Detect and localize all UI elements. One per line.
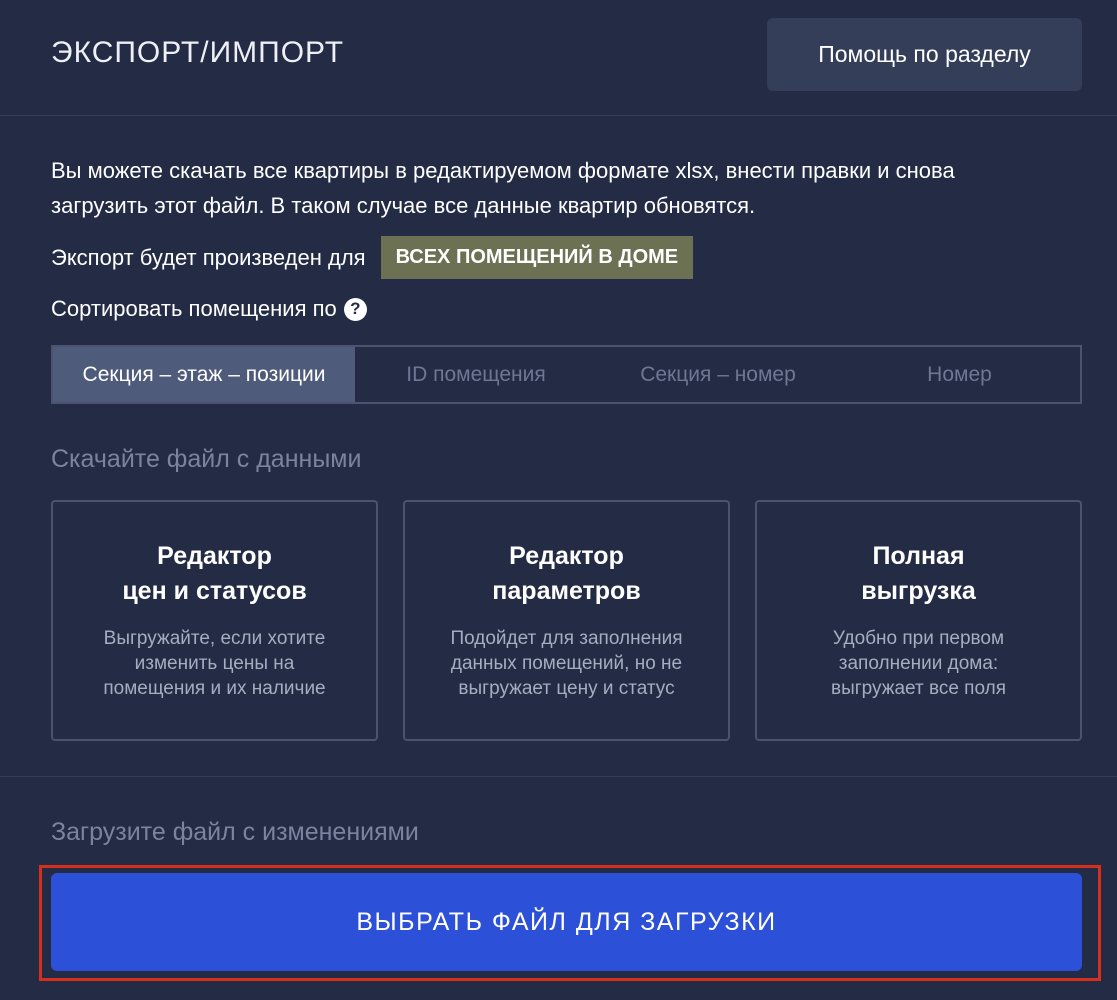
card-title-line: Полная bbox=[872, 542, 965, 570]
section-divider bbox=[0, 776, 1117, 777]
export-scope-badge[interactable]: ВСЕХ ПОМЕЩЕНИЙ В ДОМЕ bbox=[380, 236, 694, 279]
card-description-line: заполнении дома: bbox=[838, 653, 999, 674]
sort-option-room-id[interactable]: ID помещения bbox=[355, 347, 597, 402]
card-title-line: выгрузка bbox=[861, 577, 976, 605]
card-description-line: выгружает цену и статус bbox=[458, 678, 675, 699]
description-line-2: загрузить этот файл. В таком случае все … bbox=[51, 193, 756, 218]
help-button[interactable]: Помощь по разделу bbox=[767, 18, 1082, 91]
sort-label: Сортировать помещения по bbox=[51, 296, 337, 321]
question-circle-icon[interactable]: ? bbox=[343, 297, 367, 321]
description-line-1: Вы можете скачать все квартиры в редакти… bbox=[51, 158, 955, 183]
card-description-line: выгружает все поля bbox=[831, 678, 1006, 699]
download-cards: Редактор цен и статусов Выгружайте, если… bbox=[51, 500, 1082, 741]
card-full-export[interactable]: Полная выгрузка Удобно при первом заполн… bbox=[755, 500, 1082, 741]
card-price-status-editor[interactable]: Редактор цен и статусов Выгружайте, если… bbox=[51, 500, 378, 741]
page-title: ЭКСПОРТ/ИМПОРТ bbox=[51, 36, 345, 69]
export-description: Вы можете скачать все квартиры в редакти… bbox=[51, 153, 1091, 223]
card-description: Выгружайте, если хотите изменить цены на… bbox=[73, 626, 356, 701]
card-description-line: Выгружайте, если хотите bbox=[103, 628, 326, 649]
sort-option-section-number[interactable]: Секция – номер bbox=[597, 347, 839, 402]
sort-option-number[interactable]: Номер bbox=[839, 347, 1080, 402]
sort-option-section-floor-position[interactable]: Секция – этаж – позиции bbox=[53, 347, 355, 402]
sort-row: Сортировать помещения по ? bbox=[51, 296, 367, 322]
card-title: Полная выгрузка bbox=[757, 539, 1080, 609]
upload-heading: Загрузите файл с изменениями bbox=[51, 818, 419, 846]
card-parameters-editor[interactable]: Редактор параметров Подойдет для заполне… bbox=[403, 500, 730, 741]
card-title: Редактор цен и статусов bbox=[53, 539, 376, 609]
card-title-line: Редактор bbox=[509, 542, 624, 570]
download-heading: Скачайте файл с данными bbox=[51, 445, 362, 473]
choose-file-button[interactable]: ВЫБРАТЬ ФАЙЛ ДЛЯ ЗАГРУЗКИ bbox=[51, 873, 1082, 971]
card-title-line: Редактор bbox=[157, 542, 272, 570]
card-description-line: данных помещений, но не bbox=[450, 653, 683, 674]
card-description: Удобно при первом заполнении дома: выгру… bbox=[777, 626, 1060, 701]
card-title-line: параметров bbox=[492, 577, 641, 605]
card-description-line: Подойдет для заполнения bbox=[450, 628, 683, 649]
card-title: Редактор параметров bbox=[405, 539, 728, 609]
card-description-line: Удобно при первом bbox=[832, 628, 1005, 649]
card-title-line: цен и статусов bbox=[122, 577, 307, 605]
card-description-line: изменить цены на bbox=[134, 653, 295, 674]
export-scope-label: Экспорт будет произведен для bbox=[51, 244, 366, 270]
sort-options: Секция – этаж – позиции ID помещения Сек… bbox=[51, 345, 1082, 404]
page-header: ЭКСПОРТ/ИМПОРТ Помощь по разделу bbox=[0, 0, 1117, 116]
card-description-line: помещения и их наличие bbox=[103, 678, 326, 699]
card-description: Подойдет для заполнения данных помещений… bbox=[425, 626, 708, 701]
export-scope-row: Экспорт будет произведен для ВСЕХ ПОМЕЩЕ… bbox=[51, 236, 694, 279]
